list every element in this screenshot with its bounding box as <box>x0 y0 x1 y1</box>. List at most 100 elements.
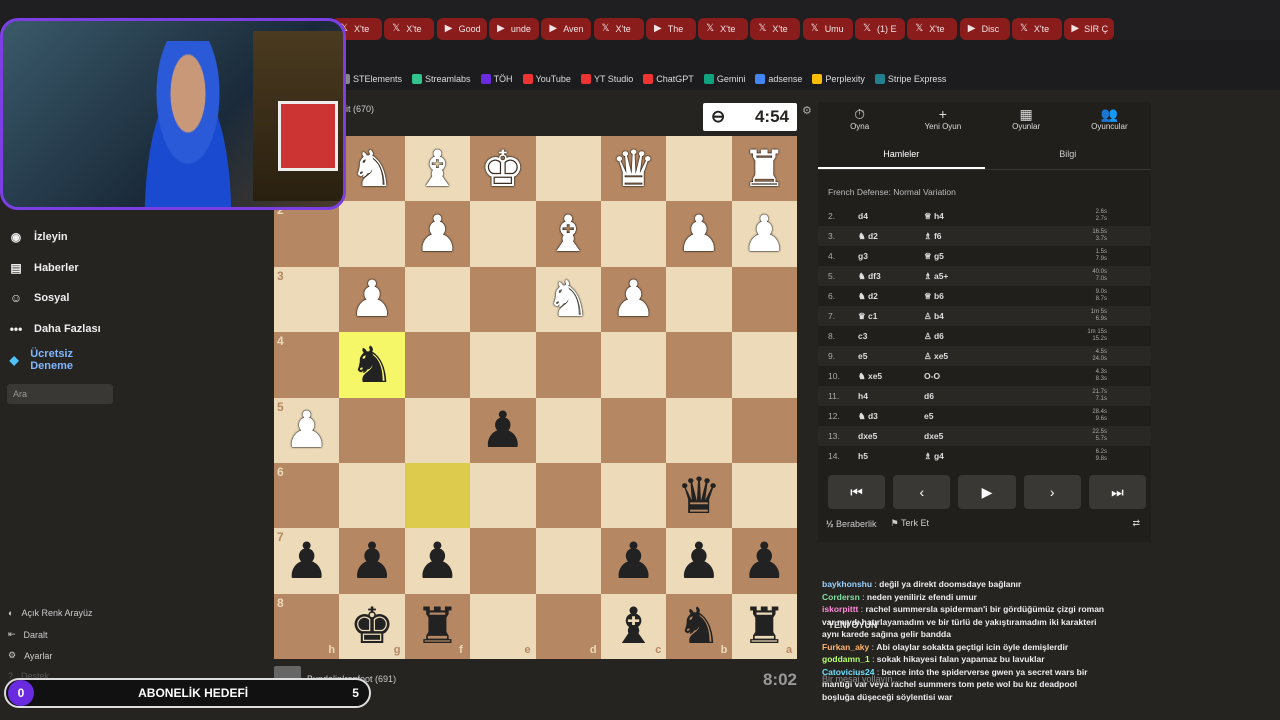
white-move[interactable]: ♞ d2 <box>858 291 924 302</box>
panel-tab[interactable]: + Yeni Oyun <box>901 102 984 138</box>
white-move[interactable]: ♞ d3 <box>858 411 924 422</box>
move-row[interactable]: 5. ♞ df3 ♗ a5+ 40.0s 7.0s <box>818 266 1151 286</box>
move-row[interactable]: 4. g3 ♕ g5 1.5s 7.9s <box>818 246 1151 266</box>
black-move[interactable]: dxe5 <box>924 431 1084 441</box>
white-knight-piece[interactable]: ♞ <box>339 136 404 201</box>
board-square[interactable] <box>404 462 471 529</box>
black-move[interactable]: ♗ g4 <box>924 451 1084 462</box>
first-move-button[interactable]: ⏮ <box>828 475 886 509</box>
black-pawn-piece[interactable]: ♟ <box>405 528 470 593</box>
board-square[interactable] <box>404 266 471 333</box>
board-square[interactable] <box>666 136 732 202</box>
light-theme-toggle[interactable]: ◐ Açık Renk Arayüz <box>8 608 92 618</box>
browser-tab[interactable]: 𝕏 X'te <box>1011 18 1062 40</box>
resign-button[interactable]: ⚑ Terk Et <box>891 518 929 529</box>
browser-tab[interactable]: 𝕏 X'te <box>907 18 958 40</box>
white-pawn-piece[interactable]: ♟ <box>339 267 404 332</box>
browser-tab[interactable]: 𝕏 X'te <box>698 18 749 40</box>
white-knight-piece[interactable]: ♞ <box>536 267 601 332</box>
black-move[interactable]: O-O <box>924 371 1084 381</box>
browser-tab[interactable]: ▶ Good <box>436 18 487 40</box>
sidebar-item-watch[interactable]: ◉ İzleyin <box>8 230 68 244</box>
black-pawn-piece[interactable]: ♟ <box>339 528 404 593</box>
white-bishop-piece[interactable]: ♝ <box>536 201 601 266</box>
bookmark-item[interactable]: Perplexity <box>812 74 865 84</box>
next-move-button[interactable]: › <box>1023 475 1081 509</box>
white-pawn-piece[interactable]: ♟ <box>732 201 797 266</box>
chat-username[interactable]: iskorpittt <box>822 604 858 614</box>
board-square[interactable] <box>535 332 601 398</box>
board-square[interactable] <box>404 332 471 398</box>
board-square[interactable] <box>339 397 405 463</box>
bookmark-item[interactable]: YouTube <box>522 74 571 84</box>
sidebar-item-social[interactable]: ☺ Sosyal <box>8 291 70 305</box>
settings-button[interactable]: ⚙ Ayarlar <box>8 650 52 661</box>
chat-input[interactable]: Bir mesaj yollayın... <box>822 674 900 684</box>
board-square[interactable] <box>600 201 667 267</box>
white-move[interactable]: h4 <box>858 391 924 401</box>
bookmark-item[interactable]: Streamlabs <box>412 74 471 84</box>
board-square[interactable] <box>470 201 536 267</box>
white-rook-piece[interactable]: ♜ <box>732 136 797 201</box>
collapse-button[interactable]: ⇤ Daralt <box>8 629 48 640</box>
draw-button[interactable]: ½ Beraberlik <box>826 519 877 529</box>
move-row[interactable]: 8. c3 ♙ d6 1m 15s 15.2s <box>818 326 1151 346</box>
board-square[interactable] <box>339 462 405 529</box>
move-row[interactable]: 10. ♞ xe5 O-O 4.3s 8.3s <box>818 366 1151 386</box>
browser-tab[interactable]: 𝕏 X'te <box>384 18 435 40</box>
black-move[interactable]: ♗ a5+ <box>924 271 1084 282</box>
bookmark-item[interactable]: STElements <box>340 74 402 84</box>
black-move[interactable]: ♕ b6 <box>924 291 1084 302</box>
chat-username[interactable]: Furkan_aky <box>822 642 869 652</box>
board-square[interactable] <box>600 332 667 398</box>
tab-moves[interactable]: Hamleler <box>818 138 985 169</box>
search-input[interactable]: Ara <box>7 384 113 404</box>
board-square[interactable] <box>666 332 732 398</box>
panel-tab[interactable]: 👥 Oyuncular <box>1068 102 1151 138</box>
black-move[interactable]: e5 <box>924 411 1084 421</box>
last-move-button[interactable]: ⏭ <box>1088 475 1147 509</box>
browser-tab[interactable]: 𝕏 Umu <box>802 18 853 40</box>
black-move[interactable]: ♙ d6 <box>924 331 1084 342</box>
board-square[interactable] <box>339 201 405 267</box>
board-settings-icon[interactable]: ⚙ <box>802 104 812 117</box>
move-row[interactable]: 12. ♞ d3 e5 28.4s 9.6s <box>818 406 1151 426</box>
board-square[interactable] <box>535 136 601 202</box>
board-square[interactable] <box>666 397 732 463</box>
move-row[interactable]: 9. e5 ♙ xe5 4.5s 24.0s <box>818 346 1151 366</box>
browser-tab[interactable]: ▶ SIR Ç <box>1064 18 1115 40</box>
white-move[interactable]: ♛ c1 <box>858 311 924 322</box>
browser-tab[interactable]: ▶ Aven <box>541 18 592 40</box>
white-move[interactable]: ♞ xe5 <box>858 371 924 382</box>
browser-tab[interactable]: ▶ Disc <box>959 18 1010 40</box>
white-move[interactable]: c3 <box>858 331 924 341</box>
move-row[interactable]: 6. ♞ d2 ♕ b6 9.0s 8.7s <box>818 286 1151 306</box>
bookmark-item[interactable]: Gemini <box>703 74 745 84</box>
browser-tab[interactable]: 𝕏 X'te <box>593 18 644 40</box>
black-move[interactable]: ♕ g5 <box>924 251 1084 262</box>
board-square[interactable] <box>600 397 667 463</box>
white-move[interactable]: h5 <box>858 451 924 461</box>
board-square[interactable] <box>470 462 536 529</box>
black-move[interactable]: d6 <box>924 391 1084 401</box>
white-queen-piece[interactable]: ♛ <box>601 136 666 201</box>
white-move[interactable]: e5 <box>858 351 924 361</box>
board-square[interactable] <box>731 397 798 463</box>
black-move[interactable]: ♕ h4 <box>924 211 1084 222</box>
white-move[interactable]: dxe5 <box>858 431 924 441</box>
board-square[interactable] <box>470 266 536 333</box>
browser-tab[interactable]: ▶ The <box>645 18 696 40</box>
panel-tab[interactable]: ▦ Oyunlar <box>985 102 1068 138</box>
white-bishop-piece[interactable]: ♝ <box>405 136 470 201</box>
move-row[interactable]: 2. d4 ♕ h4 2.6s 2.7s <box>818 206 1151 226</box>
board-square[interactable] <box>404 397 471 463</box>
black-move[interactable]: ♙ xe5 <box>924 351 1084 362</box>
chat-username[interactable]: baykhonshu <box>822 579 872 589</box>
move-row[interactable]: 3. ♞ d2 ♗ f6 16.5s 3.7s <box>818 226 1151 246</box>
white-move[interactable]: ♞ d2 <box>858 231 924 242</box>
move-row[interactable]: 13. dxe5 dxe5 22.5s 5.7s <box>818 426 1151 446</box>
board-square[interactable] <box>470 332 536 398</box>
black-pawn-piece[interactable]: ♟ <box>470 398 535 463</box>
chess-board[interactable]: ♞♝♚♛♜♟♝♟♟♟♞♟♞♟♟♛♟♟♟♟♟♟♚♜♝♞♜12345678hgfed… <box>274 136 798 660</box>
black-pawn-piece[interactable]: ♟ <box>601 528 666 593</box>
